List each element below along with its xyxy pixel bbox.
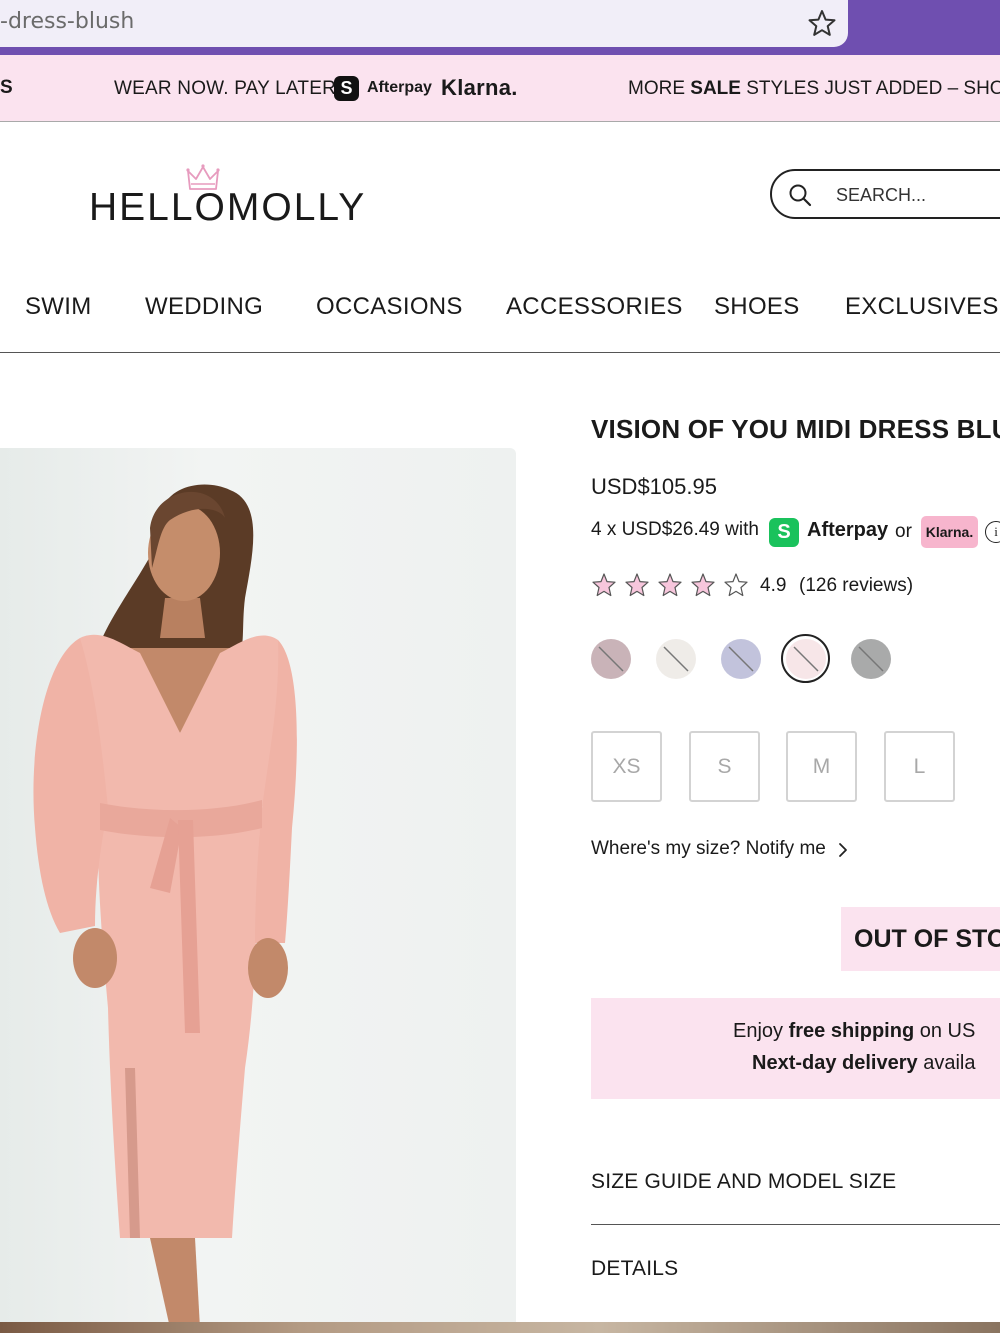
afterpay-label: Afterpay [367, 79, 432, 96]
browser-toolbar: -dress-blush [0, 0, 1000, 55]
klarna-badge[interactable]: Klarna. [921, 516, 978, 548]
shipping-line2-bold: Next-day delivery [752, 1052, 918, 1074]
star-icon [592, 573, 616, 597]
size-button-xs[interactable]: XS [591, 731, 662, 802]
rating-value: 4.9 [760, 575, 787, 596]
nav-item-occasions[interactable]: OCCASIONS [316, 293, 463, 321]
unavailable-slash-icon [858, 646, 884, 672]
window-bottom-edge [0, 1322, 1000, 1333]
nav-item-shoes[interactable]: SHOES [714, 293, 800, 321]
accordion-size-guide[interactable]: SIZE GUIDE AND MODEL SIZE [591, 1170, 896, 1194]
star-icon [625, 573, 649, 597]
unavailable-slash-icon [793, 646, 819, 672]
reviews-link[interactable]: (126 reviews) [799, 575, 913, 597]
promo-sale-prefix: MORE [628, 78, 691, 99]
search-placeholder: SEARCH... [836, 185, 927, 205]
product-price: USD$105.95 [591, 474, 717, 499]
nav-item-wedding[interactable]: WEDDING [145, 293, 263, 321]
unavailable-slash-icon [598, 646, 624, 672]
promo-sale-link[interactable]: MORE SALE STYLES JUST ADDED – SHOP [628, 78, 1000, 100]
color-swatch[interactable] [721, 639, 761, 679]
product-title: VISION OF YOU MIDI DRESS BLU [591, 414, 1000, 444]
address-bar[interactable]: -dress-blush [0, 0, 848, 47]
shipping-line-1: Enjoy free shipping on US [733, 1020, 975, 1043]
main-navigation: SWIM WEDDING OCCASIONS ACCESSORIES SHOES… [0, 281, 1000, 353]
shipping-line-2: Next-day delivery availa [752, 1052, 975, 1075]
promo-wear-now-text[interactable]: WEAR NOW. PAY LATER [114, 78, 336, 100]
nav-item-exclusives[interactable]: EXCLUSIVES [845, 293, 999, 321]
search-input[interactable]: SEARCH... [770, 169, 1000, 219]
out-of-stock-label: OUT OF STO [854, 925, 1000, 953]
or-label: or [895, 521, 912, 542]
shipping-line1-suffix: on US [914, 1020, 976, 1042]
nav-item-swim[interactable]: SWIM [25, 293, 92, 321]
shipping-info-box: Enjoy free shipping on US Next-day deliv… [591, 998, 1000, 1099]
unavailable-slash-icon [728, 646, 754, 672]
promo-left-fragment: S [0, 77, 13, 98]
color-swatch-selected[interactable] [786, 639, 826, 679]
promo-banner: S WEAR NOW. PAY LATER S Afterpay Klarna.… [0, 55, 1000, 122]
star-icon [691, 573, 715, 597]
size-button-m[interactable]: M [786, 731, 857, 802]
star-icon [658, 573, 682, 597]
size-button-s[interactable]: S [689, 731, 760, 802]
product-image[interactable] [0, 448, 516, 1328]
shipping-line2-suffix: availa [917, 1052, 976, 1074]
star-icon [724, 573, 748, 597]
search-icon[interactable] [788, 183, 812, 207]
chevron-right-icon[interactable] [836, 841, 850, 859]
notify-me-link[interactable]: Where's my size? Notify me [591, 838, 826, 860]
out-of-stock-button[interactable]: OUT OF STO [841, 907, 1000, 971]
installment-text: 4 x USD$26.49 with [591, 519, 759, 540]
bookmark-star-icon[interactable] [806, 8, 838, 40]
divider [591, 1224, 1000, 1225]
nav-item-accessories[interactable]: ACCESSORIES [506, 293, 683, 321]
klarna-logo: Klarna. [441, 75, 518, 100]
size-button-l[interactable]: L [884, 731, 955, 802]
accordion-details[interactable]: DETAILS [591, 1257, 678, 1281]
promo-sale-suffix: STYLES JUST ADDED – SHOP [740, 78, 1000, 99]
info-icon[interactable]: i [985, 521, 1000, 543]
color-swatch[interactable] [851, 639, 891, 679]
afterpay-link[interactable]: Afterpay [807, 519, 888, 542]
afterpay-logo-icon: S [334, 76, 359, 101]
promo-sale-bold: SALE [690, 78, 741, 99]
shipping-line1-prefix: Enjoy [733, 1020, 789, 1042]
afterpay-icon[interactable]: S [769, 518, 799, 547]
product-photo-illustration [33, 484, 297, 1328]
color-swatch[interactable] [591, 639, 631, 679]
url-text[interactable]: -dress-blush [0, 9, 134, 34]
site-logo[interactable]: HELLOMOLLY [89, 186, 366, 230]
color-swatch[interactable] [656, 639, 696, 679]
unavailable-slash-icon [663, 646, 689, 672]
shipping-line1-bold: free shipping [788, 1020, 915, 1042]
